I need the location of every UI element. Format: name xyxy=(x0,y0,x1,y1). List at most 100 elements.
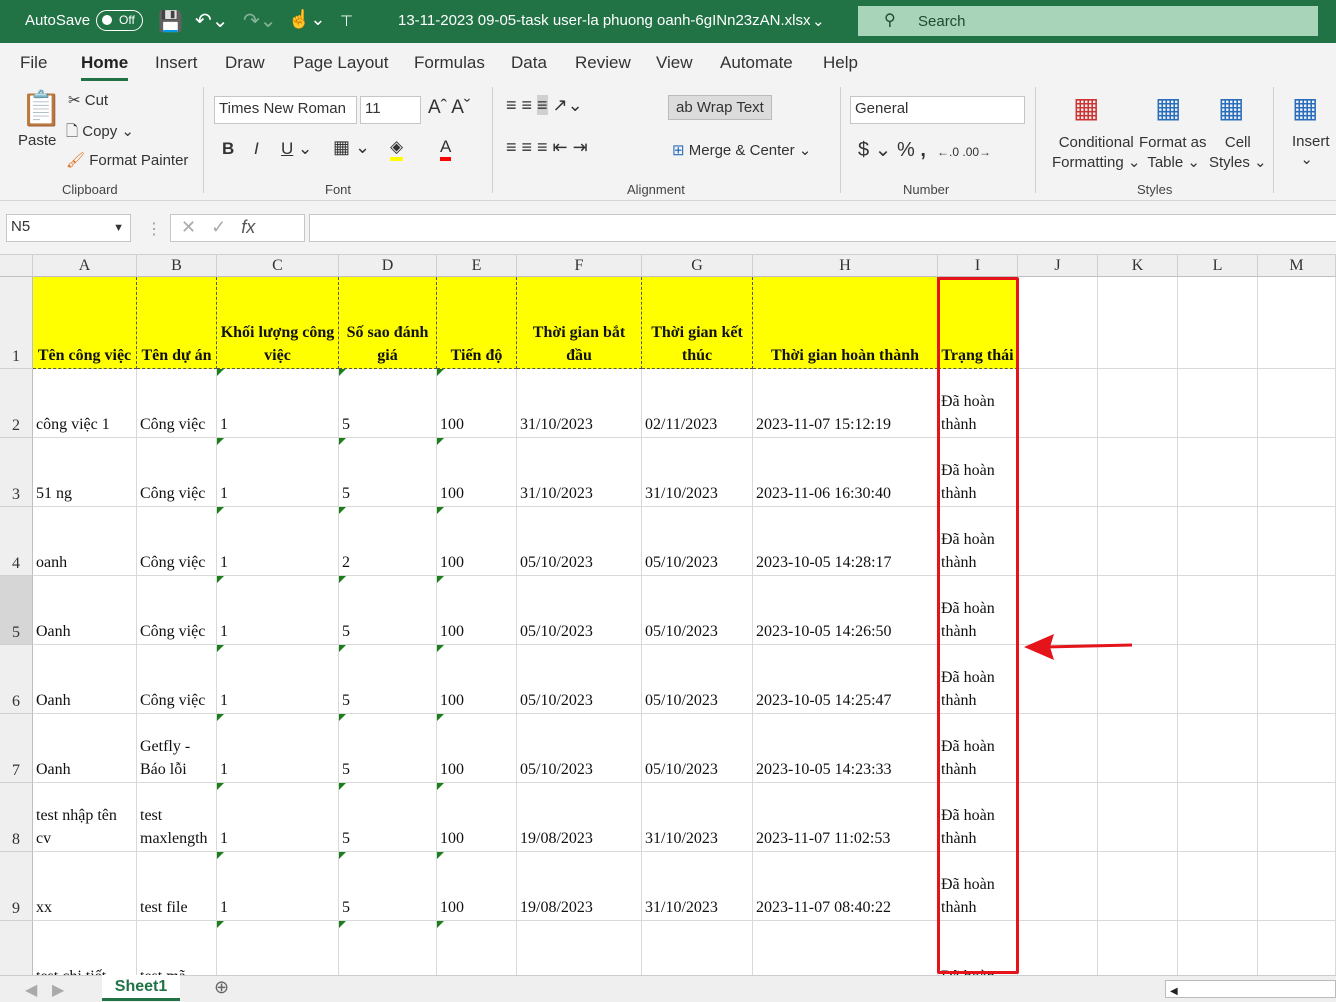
table-cell[interactable] xyxy=(1018,369,1098,438)
table-cell[interactable]: 31/10/2023 xyxy=(642,852,753,921)
table-cell[interactable]: 100 xyxy=(437,576,517,645)
header-cell[interactable]: Số sao đánh giá xyxy=(339,277,437,369)
row-header[interactable]: 6 xyxy=(0,645,33,714)
row-header[interactable]: 7 xyxy=(0,714,33,783)
column-header-c[interactable]: C xyxy=(217,255,339,277)
tab-view[interactable]: View xyxy=(656,53,693,73)
font-color-icon[interactable]: A xyxy=(440,137,452,161)
cell-styles-icon[interactable]: ▦ xyxy=(1218,91,1244,124)
table-cell[interactable]: Công việc xyxy=(137,576,217,645)
tab-formulas[interactable]: Formulas xyxy=(414,53,485,73)
tab-file[interactable]: File xyxy=(20,53,47,73)
table-cell[interactable] xyxy=(1178,783,1258,852)
table-cell[interactable]: 5 xyxy=(339,645,437,714)
column-header-l[interactable]: L xyxy=(1178,255,1258,277)
format-as-table-button[interactable]: Format as Table ⌄ xyxy=(1139,133,1207,173)
table-cell[interactable] xyxy=(1178,369,1258,438)
number-format-icons[interactable]: $ ⌄ % , ←.0 .00→ xyxy=(858,137,991,162)
header-cell[interactable] xyxy=(1258,277,1336,369)
table-cell[interactable] xyxy=(1258,507,1336,576)
header-cell[interactable] xyxy=(1178,277,1258,369)
table-cell[interactable] xyxy=(1098,507,1178,576)
sheet-tab[interactable]: Sheet1 xyxy=(102,975,180,1001)
conditional-formatting-icon[interactable]: ▦ xyxy=(1073,91,1099,124)
bold-button[interactable]: B xyxy=(222,139,234,159)
table-cell[interactable]: 51 ng xyxy=(33,438,137,507)
table-cell[interactable]: 100 xyxy=(437,783,517,852)
table-cell[interactable]: 100 xyxy=(437,507,517,576)
row-header[interactable]: 3 xyxy=(0,438,33,507)
table-cell[interactable]: 100 xyxy=(437,714,517,783)
table-cell[interactable]: 02/11/2023 xyxy=(642,369,753,438)
table-cell[interactable] xyxy=(1018,783,1098,852)
formula-input[interactable] xyxy=(309,214,1336,242)
table-cell[interactable] xyxy=(1178,576,1258,645)
table-cell[interactable] xyxy=(339,921,437,975)
table-cell[interactable] xyxy=(1018,714,1098,783)
table-cell[interactable]: 05/10/2023 xyxy=(517,645,642,714)
table-cell[interactable]: 1 xyxy=(217,369,339,438)
table-cell[interactable] xyxy=(517,921,642,975)
borders-icon[interactable]: ▦ ⌄ xyxy=(333,137,370,158)
tab-home[interactable]: Home xyxy=(81,53,129,81)
table-cell[interactable] xyxy=(217,921,339,975)
table-cell[interactable]: 2023-10-05 14:28:17 xyxy=(753,507,938,576)
file-name[interactable]: 13-11-2023 09-05-task user-la phuong oan… xyxy=(398,12,810,29)
row-header[interactable]: 1 xyxy=(0,277,33,369)
chevron-down-icon[interactable]: ⌄ xyxy=(812,12,825,30)
table-cell[interactable] xyxy=(1258,369,1336,438)
table-cell[interactable]: 1 xyxy=(217,576,339,645)
table-cell[interactable] xyxy=(1098,783,1178,852)
table-cell[interactable]: Công việc xyxy=(137,438,217,507)
table-cell[interactable]: test maxlength xyxy=(137,783,217,852)
table-cell[interactable]: 2023-11-06 16:30:40 xyxy=(753,438,938,507)
name-box[interactable]: N5 ▼ xyxy=(6,214,131,242)
table-cell[interactable]: oanh xyxy=(33,507,137,576)
table-cell[interactable]: 2023-11-07 11:02:53 xyxy=(753,783,938,852)
save-icon[interactable]: 💾 xyxy=(158,9,183,34)
table-cell[interactable] xyxy=(1098,369,1178,438)
increase-font-icon[interactable]: Aˆ Aˇ xyxy=(428,97,470,119)
format-painter-button[interactable]: 🖌 Format Painter xyxy=(66,151,188,169)
table-cell[interactable]: Công việc xyxy=(137,507,217,576)
table-cell[interactable] xyxy=(1258,783,1336,852)
table-cell[interactable]: 19/08/2023 xyxy=(517,852,642,921)
table-cell[interactable]: Oanh xyxy=(33,645,137,714)
column-header-f[interactable]: F xyxy=(517,255,642,277)
table-cell[interactable]: 1 xyxy=(217,507,339,576)
table-cell[interactable] xyxy=(753,921,938,975)
copy-button[interactable]: 🗋 Copy ⌄ xyxy=(66,121,134,146)
table-cell[interactable]: 100 xyxy=(437,645,517,714)
table-cell[interactable]: 2023-11-07 15:12:19 xyxy=(753,369,938,438)
table-cell[interactable]: Oanh xyxy=(33,576,137,645)
table-cell[interactable]: công việc 1 xyxy=(33,369,137,438)
wrap-text-button[interactable]: ab Wrap Text xyxy=(668,95,772,120)
row-header[interactable] xyxy=(0,921,33,975)
table-cell[interactable] xyxy=(1258,438,1336,507)
insert-cells-icon[interactable]: ▦ xyxy=(1292,91,1318,124)
table-cell[interactable]: 5 xyxy=(339,576,437,645)
column-header-g[interactable]: G xyxy=(642,255,753,277)
table-cell[interactable]: 05/10/2023 xyxy=(517,576,642,645)
table-cell[interactable]: 19/08/2023 xyxy=(517,783,642,852)
table-cell[interactable]: 2023-11-07 08:40:22 xyxy=(753,852,938,921)
underline-button[interactable]: U ⌄ xyxy=(281,139,312,159)
table-cell[interactable]: 1 xyxy=(217,852,339,921)
table-cell[interactable]: 2023-10-05 14:25:47 xyxy=(753,645,938,714)
table-cell[interactable] xyxy=(1178,645,1258,714)
table-cell[interactable] xyxy=(1018,852,1098,921)
italic-button[interactable]: I xyxy=(254,139,259,159)
table-cell[interactable]: 5 xyxy=(339,369,437,438)
table-cell[interactable] xyxy=(1178,507,1258,576)
table-cell[interactable] xyxy=(1258,576,1336,645)
header-cell[interactable] xyxy=(1018,277,1098,369)
column-header-i[interactable]: I xyxy=(938,255,1018,277)
table-cell[interactable] xyxy=(1258,852,1336,921)
drag-handle-icon[interactable]: ⋮ xyxy=(146,219,162,239)
font-size-select[interactable]: 11 xyxy=(360,96,421,124)
table-cell[interactable]: test chi tiết xyxy=(33,921,137,975)
table-cell[interactable]: test file xyxy=(137,852,217,921)
table-cell[interactable]: test mã xyxy=(137,921,217,975)
table-cell[interactable]: 05/10/2023 xyxy=(642,507,753,576)
scroll-right-icon[interactable]: ▶ xyxy=(52,980,64,1000)
